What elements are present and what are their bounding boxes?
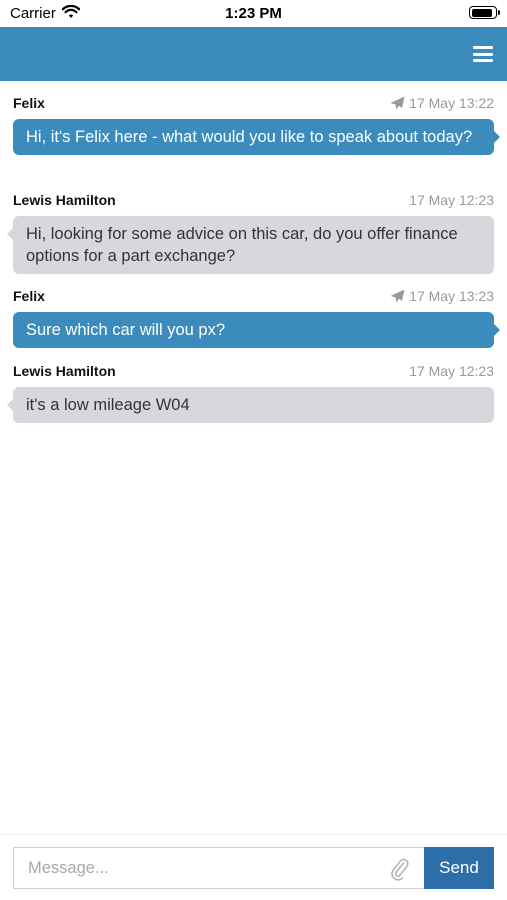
message-timestamp: 17 May 12:23 — [409, 363, 494, 379]
message-composer: Send — [0, 834, 507, 900]
status-bar: Carrier 1:23 PM — [0, 0, 507, 27]
message-item: Lewis Hamilton 17 May 12:23 it's a low m… — [7, 360, 494, 423]
message-bubble-incoming: Hi, looking for some advice on this car,… — [7, 216, 494, 274]
message-meta: Felix 17 May 13:22 — [13, 92, 494, 114]
message-item: Felix 17 May 13:23 Sure which car will y… — [13, 285, 500, 348]
message-sender: Felix — [13, 95, 45, 111]
message-input[interactable] — [14, 848, 374, 888]
message-meta: Felix 17 May 13:23 — [13, 285, 494, 307]
message-sender: Lewis Hamilton — [13, 192, 116, 208]
message-timestamp: 17 May 13:23 — [390, 288, 494, 304]
message-input-wrapper — [13, 847, 424, 889]
message-list[interactable]: Felix 17 May 13:22 Hi, it's Felix here -… — [0, 81, 507, 834]
battery-level — [471, 8, 493, 17]
message-sender: Felix — [13, 288, 45, 304]
message-meta: Lewis Hamilton 17 May 12:23 — [13, 360, 494, 382]
message-sender: Lewis Hamilton — [13, 363, 116, 379]
message-item: Lewis Hamilton 17 May 12:23 Hi, looking … — [7, 189, 494, 274]
message-time: 17 May 12:23 — [409, 192, 494, 208]
message-timestamp: 17 May 13:22 — [390, 95, 494, 111]
app-header — [0, 27, 507, 81]
message-meta: Lewis Hamilton 17 May 12:23 — [13, 189, 494, 211]
battery-icon — [469, 6, 500, 19]
message-time: 17 May 13:23 — [409, 288, 494, 304]
paperclip-icon[interactable] — [390, 857, 410, 886]
message-time: 17 May 12:23 — [409, 363, 494, 379]
send-button[interactable]: Send — [424, 847, 494, 889]
message-bubble-incoming: it's a low mileage W04 — [7, 387, 494, 423]
hamburger-menu-icon[interactable] — [473, 46, 493, 62]
sent-paper-plane-icon — [390, 96, 405, 110]
message-bubble-outgoing: Hi, it's Felix here - what would you lik… — [13, 119, 500, 155]
message-timestamp: 17 May 12:23 — [409, 192, 494, 208]
sent-paper-plane-icon — [390, 289, 405, 303]
message-time: 17 May 13:22 — [409, 95, 494, 111]
message-bubble-outgoing: Sure which car will you px? — [13, 312, 500, 348]
message-item: Felix 17 May 13:22 Hi, it's Felix here -… — [13, 92, 500, 155]
status-time: 1:23 PM — [225, 5, 282, 22]
